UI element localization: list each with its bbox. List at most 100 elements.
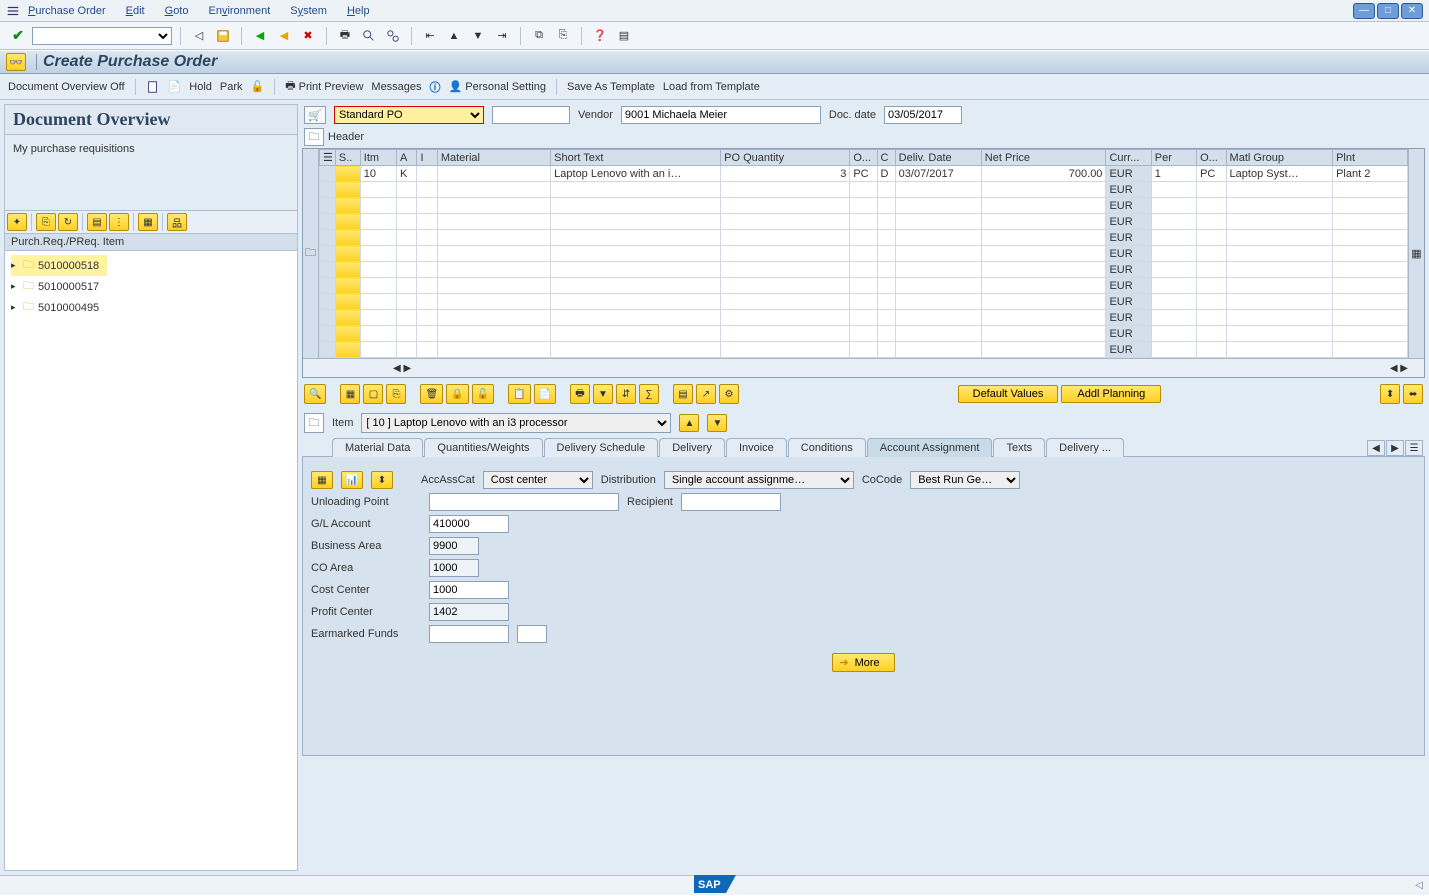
save-as-template-button[interactable]: Save As Template xyxy=(567,81,655,93)
enter-icon[interactable]: ◁ xyxy=(189,26,209,46)
accasscat-select[interactable]: Cost center xyxy=(483,471,593,489)
tabs-scroll-left-icon[interactable]: ◀ xyxy=(1367,440,1385,456)
header-expand-icon[interactable]: 🗀 xyxy=(304,128,324,146)
info-icon[interactable]: ⓘ xyxy=(430,79,441,95)
window-maximize-icon[interactable]: □ xyxy=(1377,3,1399,19)
item-next-icon[interactable]: ▼ xyxy=(707,414,727,432)
hold-button[interactable]: Hold xyxy=(189,81,212,93)
table-row[interactable]: 10KLaptop Lenovo with an i…3PCD03/07/201… xyxy=(320,166,1408,182)
sum-icon[interactable]: ∑ xyxy=(639,384,659,404)
unloading-point-input[interactable] xyxy=(429,493,619,511)
menu-system[interactable]: System xyxy=(290,5,327,17)
grid-config-icon[interactable]: ▦ xyxy=(1408,149,1424,358)
copy-item-icon[interactable]: 📋 xyxy=(508,384,530,404)
tree-node[interactable]: ▸🗀5010000518 xyxy=(11,255,107,276)
menu-purchase-order[interactable]: Purchase Order xyxy=(28,5,106,17)
command-field[interactable] xyxy=(32,27,172,45)
item-prev-icon[interactable]: ▲ xyxy=(679,414,699,432)
tab-delivery-schedule[interactable]: Delivery Schedule xyxy=(544,438,659,457)
col-plnt[interactable]: Plnt xyxy=(1333,150,1408,166)
refresh-icon[interactable]: ↻ xyxy=(58,213,78,231)
tab-quantities-weights[interactable]: Quantities/Weights xyxy=(424,438,542,457)
delete-icon[interactable]: 🗑 xyxy=(420,384,443,404)
settings-icon[interactable]: ⚙ xyxy=(719,384,739,404)
messages-button[interactable]: Messages xyxy=(371,81,421,93)
menu-icon[interactable] xyxy=(6,4,20,18)
change-layout-icon[interactable]: ⋮ xyxy=(109,213,129,231)
select-layout-icon[interactable]: ▤ xyxy=(87,213,107,231)
tree-node[interactable]: ▸🗀5010000495 xyxy=(11,297,291,318)
select-all-icon[interactable]: ▦ xyxy=(340,384,360,404)
tabs-list-icon[interactable]: ☰ xyxy=(1405,440,1423,456)
col-opu[interactable]: O... xyxy=(1197,150,1226,166)
duplicate-icon[interactable]: ⎘ xyxy=(386,384,406,404)
profit-center-input[interactable] xyxy=(429,603,509,621)
find-next-icon[interactable] xyxy=(383,26,403,46)
new-session-icon[interactable]: ⧉ xyxy=(529,26,549,46)
distribution-select[interactable]: Single account assignme… xyxy=(664,471,854,489)
header-label[interactable]: Header xyxy=(328,131,364,143)
gl-account-input[interactable] xyxy=(429,515,509,533)
aa-detail-icon[interactable]: 📊 xyxy=(341,471,363,489)
deselect-all-icon[interactable]: ▢ xyxy=(363,384,383,404)
tab-account-assignment[interactable]: Account Assignment xyxy=(867,438,993,457)
item-collapse-icon[interactable]: 🗀 xyxy=(304,413,324,433)
cost-center-input[interactable] xyxy=(429,581,509,599)
table-row[interactable]: EUR xyxy=(320,214,1408,230)
tab-invoice[interactable]: Invoice xyxy=(726,438,787,457)
table-row[interactable]: EUR xyxy=(320,230,1408,246)
park-button[interactable]: Park xyxy=(220,81,243,93)
hierarchy-icon[interactable]: 品 xyxy=(167,213,187,231)
default-values-button[interactable]: Default Values xyxy=(958,385,1059,403)
table-row[interactable]: EUR xyxy=(320,342,1408,358)
table-row[interactable]: EUR xyxy=(320,294,1408,310)
load-from-template-button[interactable]: Load from Template xyxy=(663,81,760,93)
item-select[interactable]: [ 10 ] Laptop Lenovo with an i3 processo… xyxy=(361,413,671,433)
detail-icon[interactable]: 🔍 xyxy=(304,384,326,404)
vendor-input[interactable] xyxy=(621,106,821,124)
help-icon[interactable]: ❓ xyxy=(590,26,610,46)
tab-texts[interactable]: Texts xyxy=(993,438,1045,457)
layout-icon[interactable]: ▤ xyxy=(673,384,693,404)
col-oun[interactable]: O... xyxy=(850,150,877,166)
horizontal-scroll-left[interactable]: ◀ ▶ xyxy=(393,363,411,374)
docdate-input[interactable] xyxy=(884,106,962,124)
col-short-text[interactable]: Short Text xyxy=(551,150,721,166)
first-page-icon[interactable]: ⇤ xyxy=(420,26,440,46)
print-icon[interactable]: 🖶 xyxy=(335,26,355,46)
personal-setting-button[interactable]: 👤Personal Setting xyxy=(449,80,546,93)
cocode-select[interactable]: Best Run Ge… xyxy=(910,471,1020,489)
table-row[interactable]: EUR xyxy=(320,182,1408,198)
grid-expand-icon[interactable]: 🗀 xyxy=(303,149,319,358)
expand-icon[interactable]: ▦ xyxy=(138,213,158,231)
prev-page-icon[interactable]: ▲ xyxy=(444,26,464,46)
ok-icon[interactable]: ✔ xyxy=(8,26,28,46)
back-icon[interactable]: ◀ xyxy=(250,26,270,46)
col-po-quantity[interactable]: PO Quantity xyxy=(721,150,850,166)
sort-icon[interactable]: ⇵ xyxy=(616,384,636,404)
check-icon[interactable]: 🔓 xyxy=(251,80,265,93)
next-page-icon[interactable]: ▼ xyxy=(468,26,488,46)
window-close-icon[interactable]: ✕ xyxy=(1401,3,1423,19)
title-icon-button-1[interactable]: 👓 xyxy=(6,53,26,71)
print-item-icon[interactable]: 🖶 xyxy=(570,384,590,404)
table-row[interactable]: EUR xyxy=(320,198,1408,214)
copy-icon[interactable]: ⎘ xyxy=(36,213,56,231)
other-doc-icon[interactable]: 📄 xyxy=(168,80,182,93)
status-indicator-icon[interactable]: ◁ xyxy=(1415,880,1423,891)
col-status[interactable]: S.. xyxy=(335,150,360,166)
col-i[interactable]: I xyxy=(417,150,437,166)
addl-planning-button[interactable]: Addl Planning xyxy=(1061,385,1161,403)
unlock-icon[interactable]: 🔓 xyxy=(472,384,494,404)
cancel-icon[interactable]: ✖ xyxy=(298,26,318,46)
recipient-input[interactable] xyxy=(681,493,781,511)
more-button[interactable]: ➔More xyxy=(832,653,894,672)
filter-icon[interactable]: ▼ xyxy=(593,384,613,404)
variant-icon[interactable]: ✦ xyxy=(7,213,27,231)
layout-icon[interactable]: ▤ xyxy=(614,26,634,46)
create-icon[interactable] xyxy=(146,80,160,94)
po-number-input[interactable] xyxy=(492,106,570,124)
tabs-scroll-right-icon[interactable]: ▶ xyxy=(1386,440,1404,456)
table-row[interactable]: EUR xyxy=(320,246,1408,262)
lock-icon[interactable]: 🔒 xyxy=(446,384,468,404)
